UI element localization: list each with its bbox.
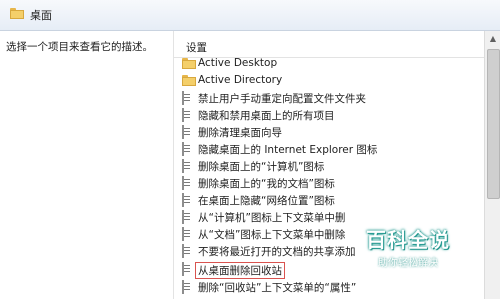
list-item-label: 删除清理桌面向导 bbox=[198, 127, 282, 139]
list-item-label: 删除“回收站”上下文菜单的“属性” bbox=[198, 282, 357, 294]
list-item-policy[interactable]: 在桌面上隐藏“网络位置”图标 bbox=[178, 191, 478, 208]
policy-icon bbox=[182, 227, 190, 241]
folder-icon bbox=[10, 8, 24, 19]
list-item-label: 从桌面删除回收站 bbox=[195, 262, 285, 279]
policy-icon bbox=[182, 244, 190, 258]
policy-icon bbox=[182, 210, 190, 224]
list-item-label: 删除桌面上的“我的文档”图标 bbox=[198, 178, 335, 190]
list-item-folder[interactable]: Active Desktop bbox=[178, 55, 478, 72]
policy-icon bbox=[182, 108, 190, 122]
policy-icon bbox=[182, 176, 190, 190]
list-item-policy[interactable]: 删除“回收站”上下文菜单的“属性” bbox=[178, 278, 478, 295]
policy-icon bbox=[182, 193, 190, 207]
watermark-logo: 百科全说 助你轻松解决 bbox=[352, 224, 464, 269]
list-item-policy[interactable]: 删除桌面上的“计算机”图标 bbox=[178, 157, 478, 174]
header-title: 桌面 bbox=[30, 9, 52, 22]
watermark-sub: 助你轻松解决 bbox=[378, 258, 438, 269]
policy-icon bbox=[182, 91, 190, 105]
scroll-up-icon[interactable]: ▲ bbox=[485, 31, 500, 47]
description-pane: 选择一个项目来查看它的描述。 bbox=[0, 31, 173, 299]
list-item-policy[interactable]: 删除清理桌面向导 bbox=[178, 123, 478, 140]
policy-icon bbox=[182, 280, 190, 294]
list-item-policy[interactable]: 删除桌面上的“我的文档”图标 bbox=[178, 174, 478, 191]
list-item-label: 隐藏桌面上的 Internet Explorer 图标 bbox=[198, 144, 378, 156]
vertical-scrollbar[interactable]: ▲ bbox=[484, 31, 500, 299]
list-item-label: 禁止用户手动重定向配置文件文件夹 bbox=[198, 93, 366, 105]
watermark-main: 百科全说 bbox=[366, 228, 450, 252]
policy-icon bbox=[182, 125, 190, 139]
list-item-policy[interactable]: 隐藏和禁用桌面上的所有项目 bbox=[178, 106, 478, 123]
list-item-label: 隐藏和禁用桌面上的所有项目 bbox=[198, 110, 335, 122]
list-item-label: 不要将最近打开的文档的共享添加 bbox=[198, 246, 356, 258]
list-item-label: 在桌面上隐藏“网络位置”图标 bbox=[198, 195, 335, 207]
list-item-label: Active Directory bbox=[198, 74, 283, 86]
list-item-folder[interactable]: Active Directory bbox=[178, 72, 478, 89]
policy-icon bbox=[182, 262, 190, 276]
description-text: 选择一个项目来查看它的描述。 bbox=[6, 41, 153, 53]
header-bar: 桌面 bbox=[0, 0, 500, 31]
column-header-label: 设置 bbox=[186, 42, 207, 54]
list-item-label: 删除桌面上的“计算机”图标 bbox=[198, 161, 325, 173]
scroll-thumb[interactable] bbox=[487, 49, 500, 199]
list-item-label: 从“文档”图标上下文菜单中删除 bbox=[198, 229, 346, 241]
list-item-policy[interactable]: 隐藏桌面上的 Internet Explorer 图标 bbox=[178, 140, 478, 157]
list-item-label: Active Desktop bbox=[198, 57, 278, 69]
policy-icon bbox=[182, 142, 190, 156]
list-item-policy[interactable]: 禁止用户手动重定向配置文件文件夹 bbox=[178, 89, 478, 106]
policy-icon bbox=[182, 159, 190, 173]
list-item-policy[interactable]: 从“计算机”图标上下文菜单中删 bbox=[178, 208, 478, 225]
list-item-label: 从“计算机”图标上下文菜单中删 bbox=[198, 212, 346, 224]
